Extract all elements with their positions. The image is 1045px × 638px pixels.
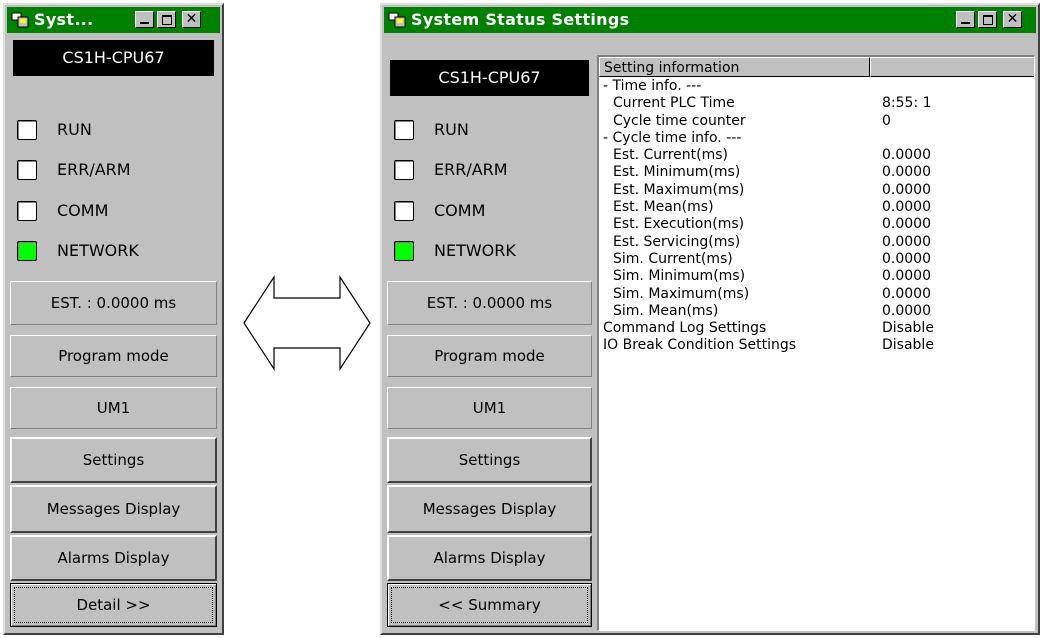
list-item[interactable]: - Cycle time info. --- xyxy=(599,130,1034,147)
um-display: UM1 xyxy=(10,387,217,429)
est-display: EST. : 0.0000 ms xyxy=(10,281,217,325)
setting-value: 0.0000 xyxy=(882,233,931,250)
setting-key: Est. Execution(ms) xyxy=(613,216,745,233)
setting-value: 0.0000 xyxy=(882,250,931,267)
setting-value: Disable xyxy=(882,320,934,337)
messages-display-button[interactable]: Messages Display xyxy=(10,485,217,533)
list-item[interactable]: Sim. Minimum(ms) 0.0000 xyxy=(599,268,1034,285)
network-label: NETWORK xyxy=(57,241,139,260)
setting-value: 0.0000 xyxy=(882,216,931,233)
maximize-button[interactable] xyxy=(978,11,997,28)
setting-key: Est. Maximum(ms) xyxy=(613,181,745,198)
setting-value: 0.0000 xyxy=(882,268,931,285)
run-led-icon xyxy=(394,120,414,140)
setting-value: 0.0000 xyxy=(882,164,931,181)
run-led-icon xyxy=(17,120,37,140)
setting-key: Sim. Maximum(ms) xyxy=(613,285,750,302)
list-item[interactable]: Command Log Settings Disable xyxy=(599,320,1034,337)
mode-display: Program mode xyxy=(10,335,217,377)
mode-display: Program mode xyxy=(387,335,592,377)
run-label: RUN xyxy=(57,120,92,139)
err-arm-led-icon xyxy=(17,160,37,180)
setting-value: 8:55: 1 xyxy=(882,95,932,112)
minimize-button[interactable] xyxy=(135,11,154,28)
column-header-setting[interactable]: Setting information xyxy=(599,57,870,77)
setting-key: - Cycle time info. --- xyxy=(603,129,742,146)
comm-led-icon xyxy=(394,201,414,221)
column-header-value[interactable] xyxy=(870,57,1034,77)
settings-button[interactable]: Settings xyxy=(387,437,592,483)
list-item[interactable]: Sim. Maximum(ms) 0.0000 xyxy=(599,286,1034,303)
est-display: EST. : 0.0000 ms xyxy=(387,281,592,325)
setting-value: 0.0000 xyxy=(882,199,931,216)
setting-key: Est. Servicing(ms) xyxy=(613,233,741,250)
setting-rows: - Time info. --- Current PLC Time 8:55: 1C… xyxy=(599,78,1034,355)
messages-display-button[interactable]: Messages Display xyxy=(387,485,592,533)
close-icon[interactable]: ✕ xyxy=(1003,11,1022,28)
list-item[interactable]: Est. Maximum(ms) 0.0000 xyxy=(599,182,1034,199)
err-arm-led-icon xyxy=(394,160,414,180)
window-title: Syst... xyxy=(34,10,94,29)
network-led-icon xyxy=(394,241,414,261)
left-window: Syst... ✕ CS1H-CPU67 RUN ERR/ARM COMM NE… xyxy=(3,3,224,635)
setting-key: Command Log Settings xyxy=(603,320,767,337)
comm-label: COMM xyxy=(434,201,486,220)
app-icon xyxy=(11,12,29,28)
setting-value: 0.0000 xyxy=(882,302,931,319)
list-item[interactable]: Est. Current(ms) 0.0000 xyxy=(599,147,1034,164)
list-item[interactable]: - Time info. --- xyxy=(599,78,1034,95)
comm-label: COMM xyxy=(57,201,109,220)
err-arm-label: ERR/ARM xyxy=(434,160,508,179)
list-item[interactable]: Current PLC Time 8:55: 1 xyxy=(599,95,1034,112)
setting-key: Est. Minimum(ms) xyxy=(613,164,741,181)
comm-led-icon xyxy=(17,201,37,221)
setting-key: Current PLC Time xyxy=(613,95,735,112)
setting-key: Sim. Minimum(ms) xyxy=(613,268,746,285)
setting-info-list[interactable]: Setting information - Time info. --- Curr… xyxy=(597,55,1035,631)
settings-button[interactable]: Settings xyxy=(10,437,217,483)
app-icon xyxy=(388,12,406,28)
maximize-button[interactable] xyxy=(157,11,176,28)
right-titlebar[interactable]: System Status Settings ✕ xyxy=(384,7,1036,33)
setting-value: 0 xyxy=(882,112,891,129)
setting-value: Disable xyxy=(882,337,934,354)
um-display: UM1 xyxy=(387,387,592,429)
summary-button[interactable]: << Summary xyxy=(387,583,592,627)
network-label: NETWORK xyxy=(434,241,516,260)
list-item[interactable]: Sim. Current(ms) 0.0000 xyxy=(599,251,1034,268)
network-led-icon xyxy=(17,241,37,261)
setting-key: Sim. Current(ms) xyxy=(613,250,733,267)
list-item[interactable]: Sim. Mean(ms) 0.0000 xyxy=(599,303,1034,320)
list-item[interactable]: Est. Mean(ms) 0.0000 xyxy=(599,199,1034,216)
setting-key: Cycle time counter xyxy=(613,112,746,129)
list-item[interactable]: Cycle time counter 0 xyxy=(599,113,1034,130)
right-window: System Status Settings ✕ CS1H-CPU67 RUN … xyxy=(380,3,1040,635)
setting-value: 0.0000 xyxy=(882,147,931,164)
run-label: RUN xyxy=(434,120,469,139)
minimize-button[interactable] xyxy=(956,11,975,28)
setting-key: Sim. Mean(ms) xyxy=(613,302,719,319)
detail-button[interactable]: Detail >> xyxy=(10,583,217,627)
err-arm-label: ERR/ARM xyxy=(57,160,131,179)
left-titlebar[interactable]: Syst... ✕ xyxy=(7,7,220,33)
setting-key: Est. Current(ms) xyxy=(613,147,728,164)
cpu-model: CS1H-CPU67 xyxy=(390,60,589,96)
close-icon[interactable]: ✕ xyxy=(182,11,201,28)
alarms-display-button[interactable]: Alarms Display xyxy=(387,535,592,581)
list-item[interactable]: Est. Minimum(ms) 0.0000 xyxy=(599,164,1034,181)
list-item[interactable]: IO Break Condition Settings Disable xyxy=(599,337,1034,354)
window-title: System Status Settings xyxy=(411,10,630,29)
double-arrow-icon xyxy=(243,274,371,372)
list-item[interactable]: Est. Execution(ms) 0.0000 xyxy=(599,216,1034,233)
alarms-display-button[interactable]: Alarms Display xyxy=(10,535,217,581)
setting-key: - Time info. --- xyxy=(603,78,702,94)
setting-key: IO Break Condition Settings xyxy=(603,337,797,354)
setting-value: 0.0000 xyxy=(882,181,931,198)
setting-key: Est. Mean(ms) xyxy=(613,199,714,216)
setting-value: 0.0000 xyxy=(882,285,931,302)
cpu-model: CS1H-CPU67 xyxy=(13,40,214,76)
list-item[interactable]: Est. Servicing(ms) 0.0000 xyxy=(599,234,1034,251)
